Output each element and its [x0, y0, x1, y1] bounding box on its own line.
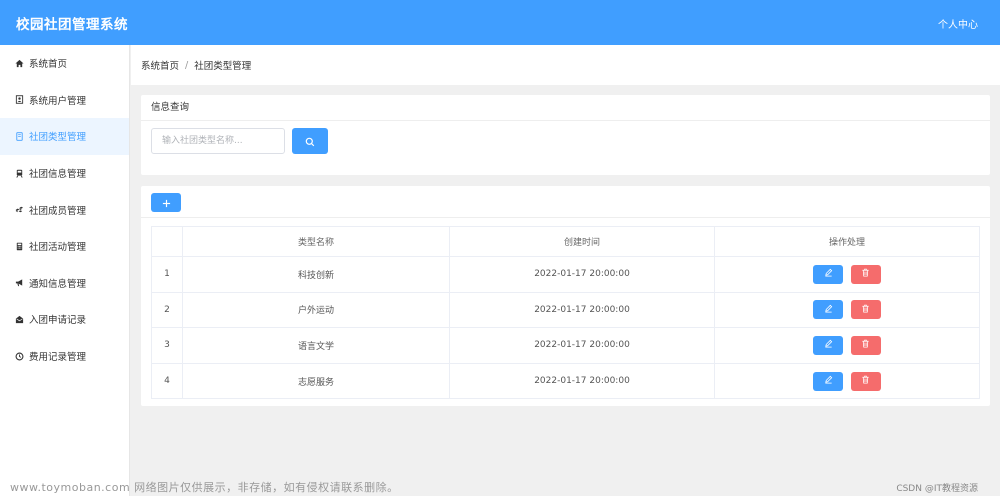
delete-button[interactable]	[850, 335, 881, 355]
edit-icon	[824, 304, 833, 316]
top-header: 校园社团管理系统 个人中心	[0, 0, 1000, 45]
club-type-table: 类型名称 创建时间 操作处理 1 科技创新 2022-01-17 20:00:0…	[151, 226, 980, 400]
sidebar-item-label: 系统首页	[29, 59, 68, 71]
sidebar-item-club-members[interactable]: 社团成员管理	[0, 191, 129, 228]
row-created-time: 2022-01-17 20:00:00	[449, 256, 715, 293]
trash-icon	[861, 304, 870, 316]
sidebar-item-notifications[interactable]: 通知信息管理	[0, 265, 129, 302]
row-type-name: 志愿服务	[182, 362, 450, 400]
sidebar-item-label: 社团活动管理	[29, 242, 87, 254]
sidebar-item-fee-records[interactable]: 费用记录管理	[0, 338, 129, 375]
app-title: 校园社团管理系统	[16, 17, 128, 33]
edit-icon	[824, 375, 833, 387]
table-row: 3 语言文学 2022-01-17 20:00:00	[151, 327, 980, 364]
trash-icon	[861, 268, 870, 280]
sidebar-item-club-types[interactable]: 社团类型管理	[0, 118, 129, 155]
edit-button[interactable]	[813, 264, 844, 284]
row-actions	[714, 291, 980, 329]
cubes-icon	[13, 204, 25, 216]
search-panel: 信息查询	[141, 95, 990, 175]
row-index: 4	[151, 362, 183, 400]
sidebar-item-join-applications[interactable]: 入团申请记录	[0, 301, 129, 338]
breadcrumb: 系统首页 / 社团类型管理	[131, 45, 1000, 85]
edit-icon	[824, 339, 833, 351]
home-icon	[13, 57, 25, 69]
header-actions: 操作处理	[714, 226, 980, 257]
user-center-link[interactable]: 个人中心	[938, 16, 978, 31]
csdn-credit: CSDN @IT教程资源	[896, 484, 978, 494]
trash-icon	[861, 375, 870, 387]
sidebar-item-club-activities[interactable]: 社团活动管理	[0, 228, 129, 265]
trash-icon	[861, 339, 870, 351]
row-type-name: 语言文学	[182, 327, 450, 364]
breadcrumb-separator: /	[185, 59, 189, 71]
user-card-icon	[13, 94, 25, 106]
row-index: 2	[151, 291, 183, 329]
edit-button[interactable]	[813, 300, 844, 320]
row-created-time: 2022-01-17 20:00:00	[449, 291, 715, 329]
delete-button[interactable]	[850, 300, 881, 320]
table-row: 1 科技创新 2022-01-17 20:00:00	[151, 256, 980, 293]
row-actions	[714, 362, 980, 400]
row-index: 1	[151, 256, 183, 293]
calculator-icon	[13, 240, 25, 252]
header-type-name: 类型名称	[182, 226, 450, 257]
delete-button[interactable]	[850, 264, 881, 284]
row-created-time: 2022-01-17 20:00:00	[449, 362, 715, 400]
table-row: 2 户外运动 2022-01-17 20:00:00	[151, 291, 980, 329]
row-index: 3	[151, 327, 183, 364]
sidebar: 系统首页 系统用户管理 社团类型管理 社团信息管理 社团成员管理 社团活动管理 …	[0, 45, 130, 496]
search-input[interactable]	[151, 128, 285, 154]
delete-button[interactable]	[850, 371, 881, 391]
train-icon	[13, 167, 25, 179]
header-created-time: 创建时间	[449, 226, 715, 257]
breadcrumb-home[interactable]: 系统首页	[141, 58, 179, 72]
sidebar-item-label: 入团申请记录	[29, 315, 87, 327]
table-toolbar	[141, 186, 990, 218]
search-icon	[305, 132, 315, 151]
sidebar-item-system-users[interactable]: 系统用户管理	[0, 82, 129, 119]
breadcrumb-current: 社团类型管理	[194, 61, 252, 72]
edit-button[interactable]	[813, 371, 844, 391]
sidebar-item-label: 系统用户管理	[29, 95, 87, 107]
sidebar-item-label: 费用记录管理	[29, 352, 87, 364]
data-table-panel: 类型名称 创建时间 操作处理 1 科技创新 2022-01-17 20:00:0…	[141, 186, 990, 406]
table-row: 4 志愿服务 2022-01-17 20:00:00	[151, 362, 980, 400]
header-index	[151, 226, 183, 257]
bullhorn-icon	[13, 277, 25, 289]
sidebar-item-label: 社团成员管理	[29, 205, 87, 217]
search-button[interactable]	[292, 128, 328, 154]
add-button[interactable]	[151, 193, 181, 212]
edit-icon	[824, 268, 833, 280]
sidebar-item-home[interactable]: 系统首页	[0, 45, 129, 82]
row-actions	[714, 256, 980, 293]
sidebar-item-club-info[interactable]: 社团信息管理	[0, 155, 129, 192]
plus-icon	[162, 193, 171, 212]
row-created-time: 2022-01-17 20:00:00	[449, 327, 715, 364]
search-panel-title: 信息查询	[141, 95, 990, 121]
table-header-row: 类型名称 创建时间 操作处理	[151, 226, 980, 257]
clock-icon	[13, 350, 25, 362]
row-type-name: 科技创新	[182, 256, 450, 293]
document-icon	[13, 130, 25, 142]
envelope-open-icon	[13, 313, 25, 325]
row-actions	[714, 327, 980, 364]
sidebar-item-label: 社团类型管理	[29, 132, 87, 144]
sidebar-item-label: 社团信息管理	[29, 169, 87, 181]
edit-button[interactable]	[813, 335, 844, 355]
sidebar-item-label: 通知信息管理	[29, 278, 87, 290]
row-type-name: 户外运动	[182, 291, 450, 329]
site-watermark: www.toymoban.com 网络图片仅供展示，非存储，如有侵权请联系删除。	[10, 481, 399, 494]
